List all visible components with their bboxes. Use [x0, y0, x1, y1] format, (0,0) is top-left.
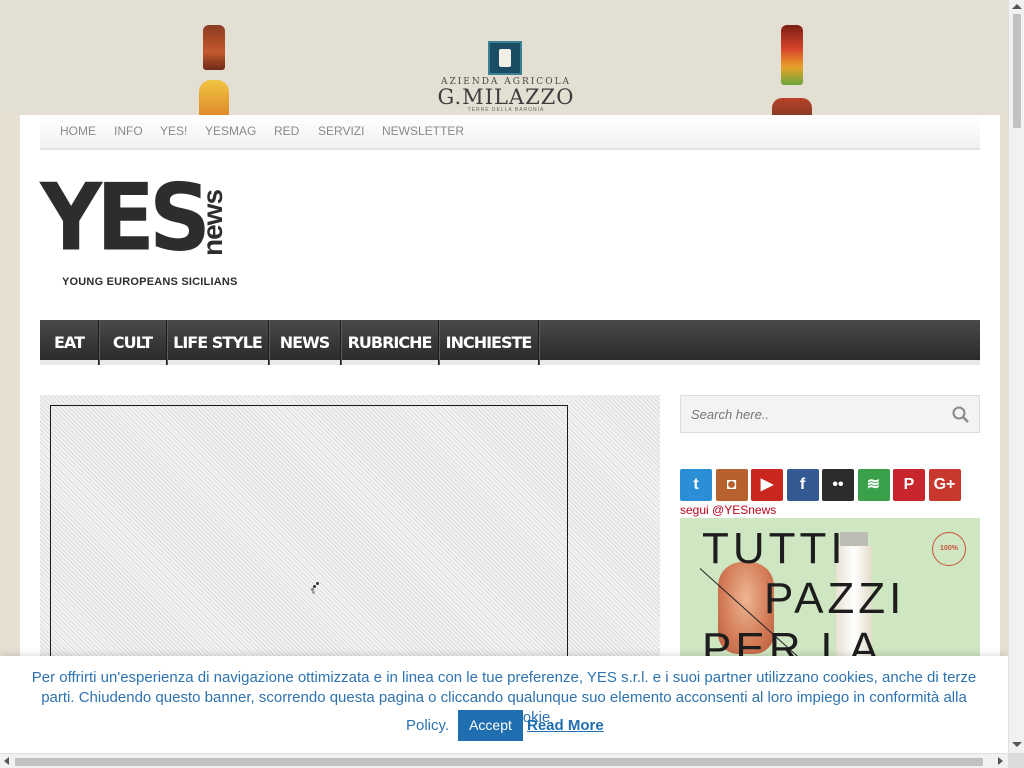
- logo-wordmark: YES: [40, 164, 211, 272]
- ad-headline-2: PAZZI: [764, 574, 906, 623]
- twitter-icon[interactable]: t: [680, 469, 712, 501]
- googleplus-icon[interactable]: G+: [928, 469, 961, 501]
- cookie-policy-text: Policy.: [406, 717, 450, 734]
- logo-news: news: [197, 189, 229, 257]
- main-navigation: EAT CULT LIFE STYLE NEWS RUBRICHE INCHIE…: [40, 320, 980, 365]
- search-icon[interactable]: [952, 406, 969, 423]
- read-more-link[interactable]: Read More: [527, 717, 604, 734]
- embedded-media-frame[interactable]: [50, 405, 568, 695]
- pinterest-icon[interactable]: P: [893, 469, 925, 501]
- brand-tagline: TERRE DELLA BARONIA: [467, 107, 545, 113]
- mainnav-inchieste[interactable]: INCHIESTE: [439, 320, 539, 365]
- mainnav-eat[interactable]: EAT: [40, 320, 99, 365]
- mainnav-cult[interactable]: CULT: [99, 320, 167, 365]
- mainnav-life-style[interactable]: LIFE STYLE: [167, 320, 269, 365]
- scroll-right-arrow-icon[interactable]: [998, 757, 1003, 765]
- horizontal-scrollbar[interactable]: [0, 753, 1008, 768]
- accept-button[interactable]: Accept: [458, 710, 523, 741]
- logo-tagline: YOUNG EUROPEANS SICILIANS: [62, 276, 238, 288]
- site-logo[interactable]: YES news YOUNG EUROPEANS SICILIANS: [40, 172, 240, 289]
- topnav-info[interactable]: INFO: [114, 124, 143, 138]
- brand-name: G.MILAZZO: [437, 85, 575, 109]
- cookie-banner: Per offrirti un'esperienza di navigazion…: [0, 656, 1008, 753]
- top-navigation: HOME INFO YES! YESMAG RED SERVIZI NEWSLE…: [40, 115, 980, 150]
- facebook-icon[interactable]: f: [786, 469, 819, 501]
- mainnav-rubriche[interactable]: RUBRICHE: [341, 320, 439, 365]
- search-box: [680, 395, 980, 433]
- bottle-image: [772, 98, 812, 115]
- horizontal-scroll-thumb[interactable]: [15, 758, 983, 766]
- brand-crest-icon: [488, 41, 522, 75]
- youtube-icon[interactable]: ▶: [751, 469, 783, 501]
- topnav-yesmag[interactable]: YESMAG: [205, 124, 256, 138]
- search-input[interactable]: [681, 396, 941, 432]
- bottle-image: [203, 25, 225, 70]
- mainnav-news[interactable]: NEWS: [269, 320, 341, 365]
- bottle-image: [781, 25, 803, 85]
- loading-spinner-icon: [311, 582, 321, 594]
- topnav-yes[interactable]: YES!: [160, 124, 187, 138]
- ad-headline-1: TUTTI: [702, 524, 847, 573]
- scrollbar-corner: [1008, 753, 1024, 768]
- topnav-red[interactable]: RED: [274, 124, 299, 138]
- scroll-left-arrow-icon[interactable]: [4, 757, 9, 765]
- vertical-scrollbar[interactable]: [1008, 0, 1024, 753]
- topnav-newsletter[interactable]: NEWSLETTER: [382, 124, 464, 138]
- topnav-home[interactable]: HOME: [60, 124, 96, 138]
- vertical-scroll-thumb[interactable]: [1013, 14, 1021, 128]
- follow-link[interactable]: segui @YESnews: [680, 503, 776, 517]
- ad-badge: 100%: [932, 532, 966, 566]
- instagram-icon[interactable]: ◘: [715, 469, 748, 501]
- scroll-up-arrow-icon[interactable]: [1012, 4, 1022, 9]
- flickr-icon[interactable]: ••: [822, 469, 854, 501]
- scroll-down-arrow-icon[interactable]: [1012, 742, 1022, 747]
- spotify-icon[interactable]: ≋: [857, 469, 890, 501]
- top-ad-banner[interactable]: AZIENDA AGRICOLA G.MILAZZO TERRE DELLA B…: [0, 0, 1008, 115]
- topnav-servizi[interactable]: SERVIZI: [318, 124, 364, 138]
- bottle-image: [199, 80, 229, 115]
